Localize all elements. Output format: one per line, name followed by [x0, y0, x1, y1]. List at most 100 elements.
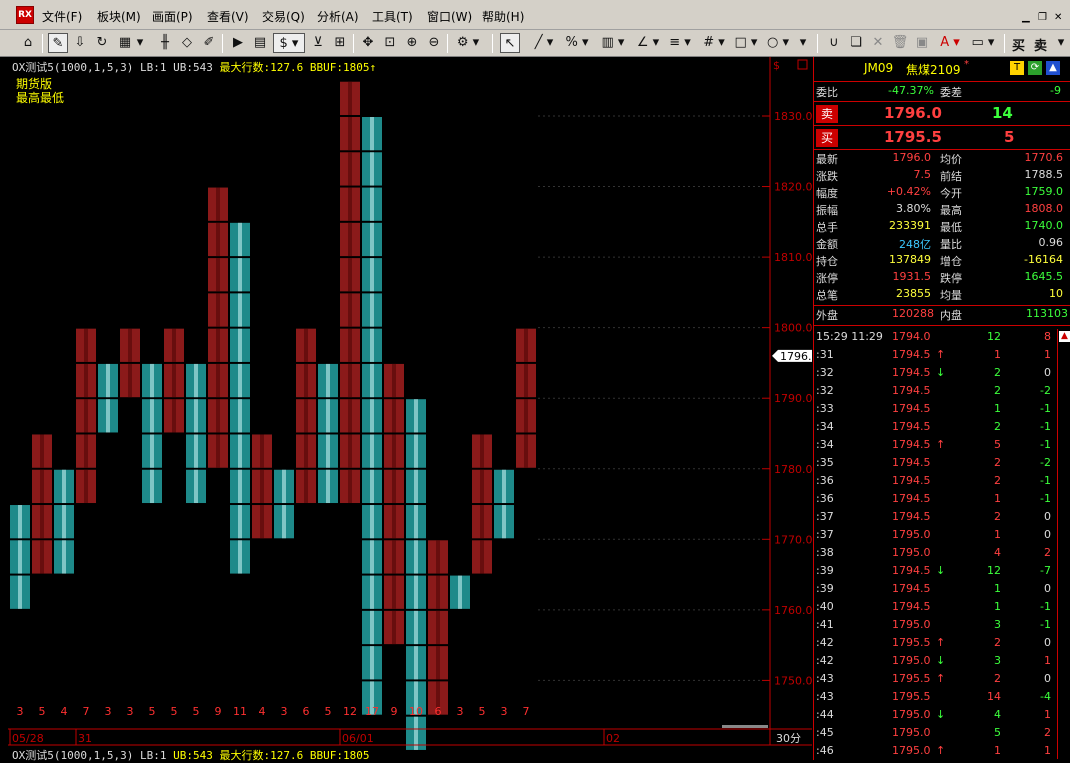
tick-row[interactable]: :41 1795.0 3 -1	[814, 616, 1057, 634]
app-logo[interactable]: RX	[16, 6, 34, 24]
buy-row[interactable]: 买 1795.5 5	[814, 127, 1070, 149]
cursor-icon[interactable]: ↖	[500, 33, 520, 53]
delete-icon[interactable]: ✕	[868, 33, 888, 53]
tick-row[interactable]: :39 1794.5 1 0	[814, 580, 1057, 598]
angle-tool-dropdown[interactable]: ∠ ▾	[633, 33, 663, 53]
tick-row[interactable]: :34 1794.5 ↑ 5 -1	[814, 436, 1057, 454]
tick-row[interactable]: :31 1794.5 ↑ 1 1	[814, 346, 1057, 364]
tick-row[interactable]: :32 1794.5 ↓ 2 0	[814, 364, 1057, 382]
pnf-box-highlight	[18, 575, 22, 609]
pnf-chart-panel[interactable]: 3 5 4 7 3 3 5 5 5 9 11 4 3 6 5 12 17 9 10 6 3 5 3 7 $1750.0 1760…	[8, 57, 812, 762]
tick-row[interactable]: :43 1795.5 14 -4	[814, 688, 1057, 706]
menu-view[interactable]: 查看(V)	[207, 8, 249, 25]
tick-row[interactable]: :37 1795.0 1 0	[814, 526, 1057, 544]
tick-time: :35	[816, 456, 834, 469]
tick-row[interactable]: :37 1794.5 2 0	[814, 508, 1057, 526]
candlestick-icon[interactable]: ╫	[155, 33, 175, 53]
tick-row[interactable]: :40 1794.5 1 -1	[814, 598, 1057, 616]
tick-row[interactable]: :45 1795.0 5 2	[814, 724, 1057, 742]
tick-row[interactable]: :43 1795.5 ↑ 2 0	[814, 670, 1057, 688]
tick-row[interactable]: :44 1795.0 ↓ 4 1	[814, 706, 1057, 724]
tick-row[interactable]: :42 1795.5 ↑ 2 0	[814, 634, 1057, 652]
copy-icon[interactable]: ❏	[846, 33, 866, 53]
pnf-box-highlight	[480, 469, 484, 504]
edit-icon[interactable]: ✐	[199, 33, 219, 53]
dollar-dropdown-button[interactable]: $ ▾	[273, 33, 305, 53]
tick-row[interactable]: :36 1794.5 2 -1	[814, 472, 1057, 490]
save-dropdown[interactable]: ▭ ▾	[968, 33, 998, 53]
grid-layout-icon[interactable]: ▦	[115, 33, 135, 53]
arrow-tool-dropdown[interactable]: ▾	[796, 33, 810, 53]
settings-dropdown[interactable]: ⚙ ▾	[453, 33, 483, 53]
percent-tool-dropdown[interactable]: % ▾	[563, 33, 591, 53]
contract-mark: *	[964, 59, 969, 70]
menu-view-page[interactable]: 画面(P)	[152, 8, 193, 25]
column-count-label: 3	[17, 705, 24, 718]
filter-icon[interactable]: ⊻	[308, 33, 328, 53]
zoom-out-icon[interactable]: ⊖	[424, 33, 444, 53]
tick-row[interactable]: :34 1794.5 2 -1	[814, 418, 1057, 436]
pen-icon[interactable]: ✎	[48, 33, 68, 53]
zoom-in-icon[interactable]: ⊕	[402, 33, 422, 53]
column-count-label: 7	[83, 705, 90, 718]
menu-file[interactable]: 文件(F)	[42, 8, 82, 25]
tick-row[interactable]: :42 1795.0 ↓ 3 1	[814, 652, 1057, 670]
tick-volume: 3	[994, 618, 1001, 631]
tick-row[interactable]: :36 1794.5 1 -1	[814, 490, 1057, 508]
rect-tool-dropdown[interactable]: □ ▾	[732, 33, 760, 53]
restore-icon[interactable]: ❐	[1038, 12, 1047, 23]
close-icon[interactable]: ✕	[1054, 12, 1062, 23]
trash-icon[interactable]: 🗑	[890, 33, 910, 53]
channel-tool-dropdown[interactable]: ▥ ▾	[596, 33, 630, 53]
t-button[interactable]: T	[1010, 61, 1024, 75]
menu-tools[interactable]: 工具(T)	[372, 8, 413, 25]
tick-row[interactable]: :38 1795.0 4 2	[814, 544, 1057, 562]
refresh-icon[interactable]: ⟳	[1028, 61, 1042, 75]
move-icon[interactable]: ✥	[358, 33, 378, 53]
sell-button[interactable]: 卖	[1034, 35, 1047, 54]
calc-icon[interactable]: ⊞	[330, 33, 350, 53]
pnf-box-highlight	[40, 505, 44, 539]
pnf-box-highlight	[414, 575, 418, 609]
home-icon[interactable]: ⌂	[18, 33, 38, 53]
expand-up-icon[interactable]: ▲	[1046, 61, 1060, 75]
download-icon[interactable]: ⇩	[70, 33, 90, 53]
play-icon[interactable]: ▶	[228, 33, 248, 53]
menu-trade[interactable]: 交易(Q)	[262, 8, 305, 25]
sell-row[interactable]: 卖 1796.0 14	[814, 103, 1070, 125]
level-tool-dropdown[interactable]: ≡ ▾	[666, 33, 694, 53]
stat-value: 3.80%	[896, 202, 931, 215]
minimize-icon[interactable]: ▁	[1022, 12, 1030, 23]
text-color-dropdown[interactable]: A ▾	[935, 33, 965, 53]
tick-row[interactable]: :32 1794.5 2 -2	[814, 382, 1057, 400]
scroll-up-icon[interactable]: ▲	[1059, 331, 1070, 342]
lock-icon[interactable]: ▣	[912, 33, 932, 53]
menu-window[interactable]: 窗口(W)	[427, 8, 472, 25]
pnf-column-13: 6	[296, 328, 316, 718]
magnet-icon[interactable]: ∪	[824, 33, 844, 53]
fit-icon[interactable]: ⊡	[380, 33, 400, 53]
tick-row[interactable]: :35 1794.5 2 -2	[814, 454, 1057, 472]
pnf-column-0: 3	[10, 505, 30, 718]
dropdown-icon[interactable]: ▾	[135, 33, 145, 53]
toolbar-more-dropdown[interactable]: ▾	[1054, 33, 1068, 53]
line-tool-dropdown[interactable]: ╱ ▾	[530, 33, 558, 53]
tick-row[interactable]: :46 1795.0 ↑ 1 1	[814, 742, 1057, 760]
tick-row[interactable]: 15:29 11:29 1794.0 12 8	[814, 328, 1057, 346]
document-icon[interactable]: ▤	[250, 33, 270, 53]
pnf-box-highlight	[348, 222, 352, 257]
current-price-label: 1796.0	[780, 350, 812, 363]
tick-row[interactable]: :39 1794.5 ↓ 12 -7	[814, 562, 1057, 580]
circle-tool-dropdown[interactable]: ○ ▾	[764, 33, 792, 53]
tick-oi-change: 0	[1044, 582, 1051, 595]
buy-button[interactable]: 买	[1012, 35, 1025, 54]
tick-scrollbar[interactable]: ▲	[1057, 329, 1070, 759]
hash-tool-dropdown[interactable]: # ▾	[700, 33, 728, 53]
menu-sector[interactable]: 板块(M)	[97, 8, 141, 25]
diamond-icon[interactable]: ◇	[177, 33, 197, 53]
pnf-chart[interactable]: 3 5 4 7 3 3 5 5 5 9 11 4 3 6 5 12 17 9 10 6 3 5 3 7 $1750.0 1760…	[8, 57, 812, 760]
tick-row[interactable]: :33 1794.5 1 -1	[814, 400, 1057, 418]
refresh-icon[interactable]: ↻	[92, 33, 112, 53]
menu-analysis[interactable]: 分析(A)	[317, 8, 359, 25]
menu-help[interactable]: 帮助(H)	[482, 8, 524, 25]
